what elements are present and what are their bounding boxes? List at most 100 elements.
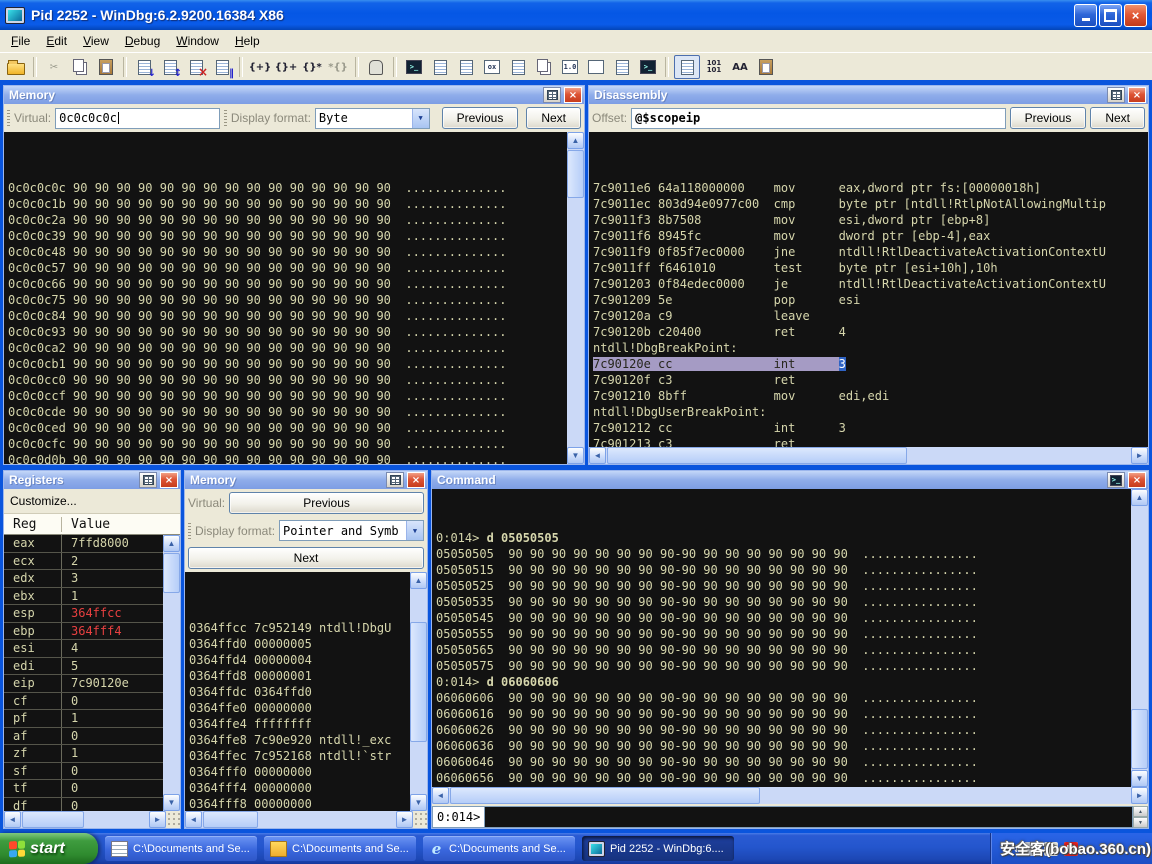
break-icon[interactable]	[364, 56, 388, 78]
disassembly-row[interactable]: 7c9011e6 64a118000000 mov eax,dword ptr …	[593, 180, 1148, 196]
taskbar-task-button[interactable]: e C:\Documents and Se...	[423, 836, 575, 861]
disassembly-row[interactable]: 7c90120f c3 ret	[593, 372, 1148, 388]
menu-item[interactable]: File	[3, 31, 38, 51]
previous-button[interactable]: Previous	[229, 492, 424, 514]
scroll-left-icon[interactable]: ◄	[185, 811, 202, 828]
previous-button[interactable]: Previous	[1010, 107, 1087, 129]
disassembly-row[interactable]: 7c901213 c3 ret	[593, 436, 1148, 447]
disassembly-window-icon[interactable]: 1.0	[558, 56, 582, 78]
close-icon[interactable]: ×	[1128, 87, 1146, 103]
taskbar-task-button[interactable]: C:\Documents and Se...	[105, 836, 257, 861]
disassembly-listing[interactable]: 7c9011e6 64a118000000 mov eax,dword ptr …	[589, 132, 1148, 447]
horizontal-scrollbar[interactable]: ◄ ►	[589, 447, 1148, 464]
cut-icon[interactable]: ✂	[42, 56, 66, 78]
start-button[interactable]: start	[0, 833, 98, 864]
register-row[interactable]: pf1	[4, 710, 163, 728]
scroll-up-icon[interactable]: ▲	[410, 572, 427, 589]
disassembly-row[interactable]: 7c9011f6 8945fc mov dword ptr [ebp-4],ea…	[593, 228, 1148, 244]
scroll-left-icon[interactable]: ◄	[432, 787, 449, 804]
previous-button[interactable]: Previous	[442, 107, 519, 129]
step-over-icon[interactable]: {}+	[274, 56, 298, 78]
register-row[interactable]: tf0	[4, 780, 163, 798]
assembly-options-icon[interactable]: 101 101	[702, 56, 726, 78]
command-history-spinner[interactable]: ▲▼	[1133, 806, 1148, 828]
registers-table[interactable]: eax7ffd8000ecx2edx3ebx1esp364ffccebp364f…	[4, 535, 163, 811]
command-input[interactable]	[485, 806, 1133, 828]
menu-item[interactable]: View	[75, 31, 117, 51]
disassembly-row[interactable]: 7c901212 cc int 3	[593, 420, 1148, 436]
register-row[interactable]: eax7ffd8000	[4, 535, 163, 553]
register-row[interactable]: esi4	[4, 640, 163, 658]
close-icon[interactable]: ×	[1128, 472, 1146, 488]
chevron-down-icon[interactable]: ▼	[412, 109, 429, 128]
register-row[interactable]: zf1	[4, 745, 163, 763]
restore-button[interactable]	[1099, 4, 1122, 27]
watch-window-icon[interactable]	[428, 56, 452, 78]
offset-input[interactable]: @$scopeip	[631, 108, 1005, 129]
chevron-down-icon[interactable]: ▼	[406, 521, 423, 540]
scroll-left-icon[interactable]: ◄	[589, 447, 606, 464]
options-icon[interactable]	[754, 56, 778, 78]
disassembly-row[interactable]: 7c9011ff f6461010 test byte ptr [esi+10h…	[593, 260, 1148, 276]
display-format-select[interactable]: Byte ▼	[315, 108, 430, 129]
scroll-up-icon[interactable]: ▲	[163, 535, 180, 552]
scroll-down-icon[interactable]: ▼	[1131, 770, 1148, 787]
registers-panel-titlebar[interactable]: Registers ×	[4, 471, 180, 489]
vertical-scrollbar[interactable]: ▲ ▼	[567, 132, 584, 464]
dock-icon[interactable]	[139, 472, 157, 488]
memory-dump[interactable]: 0c0c0c0c 90 90 90 90 90 90 90 90 90 90 9…	[4, 132, 567, 464]
horizontal-scrollbar[interactable]: ◄ ►	[4, 811, 180, 828]
scroll-down-icon[interactable]: ▼	[567, 447, 584, 464]
resize-grip[interactable]	[166, 811, 180, 828]
close-icon[interactable]: ×	[564, 87, 582, 103]
next-button[interactable]: Next	[526, 107, 581, 129]
scroll-right-icon[interactable]: ►	[1131, 447, 1148, 464]
run-to-cursor-icon[interactable]: *{}	[326, 56, 350, 78]
memory2-panel-titlebar[interactable]: Memory ×	[185, 471, 427, 489]
scratch-pad-icon[interactable]	[584, 56, 608, 78]
language-indicator[interactable]: EN	[1003, 843, 1018, 855]
call-stack-window-icon[interactable]	[532, 56, 556, 78]
scroll-down-icon[interactable]: ▼	[163, 794, 180, 811]
tray-icon[interactable]	[1024, 842, 1038, 856]
registers-window-icon[interactable]: ox	[480, 56, 504, 78]
command-window-icon[interactable]: >_	[402, 56, 426, 78]
step-out-icon[interactable]: {}*	[300, 56, 324, 78]
detach-icon[interactable]: ‖	[210, 56, 234, 78]
register-row[interactable]: eip7c90120e	[4, 675, 163, 693]
menu-item[interactable]: Debug	[117, 31, 168, 51]
copy-icon[interactable]	[68, 56, 92, 78]
disassembly-row[interactable]: ntdll!DbgUserBreakPoint:	[593, 404, 1148, 420]
taskbar-task-button[interactable]: Pid 2252 - WinDbg:6....	[582, 836, 734, 861]
scroll-right-icon[interactable]: ►	[396, 811, 413, 828]
register-row[interactable]: df0	[4, 798, 163, 812]
drag-grip[interactable]	[7, 110, 10, 126]
register-row[interactable]: sf0	[4, 763, 163, 781]
disassembly-row[interactable]: 7c901209 5e pop esi	[593, 292, 1148, 308]
scroll-right-icon[interactable]: ►	[1131, 787, 1148, 804]
command-browser-icon[interactable]: >_	[636, 56, 660, 78]
close-button[interactable]: ×	[1124, 4, 1147, 27]
taskbar-task-button[interactable]: C:\Documents and Se...	[264, 836, 416, 861]
dock-icon[interactable]	[1107, 87, 1125, 103]
memory-window-icon[interactable]	[506, 56, 530, 78]
disassembly-row[interactable]: 7c901203 0f84edec0000 je ntdll!RtlDeacti…	[593, 276, 1148, 292]
command-dock-icon[interactable]: >_	[1107, 472, 1125, 488]
scroll-up-icon[interactable]: ▲	[1131, 489, 1148, 506]
locals-window-icon[interactable]	[454, 56, 478, 78]
scroll-up-icon[interactable]: ▲	[567, 132, 584, 149]
disassembly-row[interactable]: 7c901210 8bff mov edi,edi	[593, 388, 1148, 404]
tray-icon[interactable]	[1044, 842, 1058, 856]
register-row[interactable]: cf0	[4, 693, 163, 711]
open-source-file-icon[interactable]	[4, 56, 28, 78]
dock-icon[interactable]	[386, 472, 404, 488]
command-output[interactable]: 0:014> d 0505050505050505 90 90 90 90 90…	[432, 489, 1131, 787]
disassembly-row[interactable]: ntdll!DbgBreakPoint:	[593, 340, 1148, 356]
stop-debugging-icon[interactable]: ×	[184, 56, 208, 78]
scroll-right-icon[interactable]: ►	[149, 811, 166, 828]
disassembly-row[interactable]: 7c90120a c9 leave	[593, 308, 1148, 324]
menu-item[interactable]: Edit	[38, 31, 75, 51]
horizontal-scrollbar[interactable]: ◄ ►	[432, 787, 1148, 804]
next-button[interactable]: Next	[1090, 107, 1145, 129]
register-row[interactable]: edi5	[4, 658, 163, 676]
